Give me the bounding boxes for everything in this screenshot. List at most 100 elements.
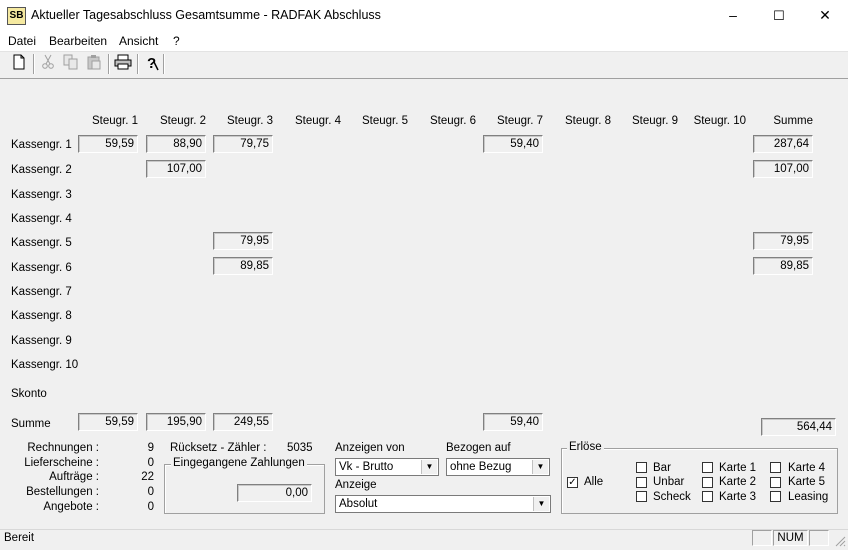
col-header-steugr-8: Steugr. 8	[564, 115, 611, 127]
auftraege-value: 22	[141, 471, 154, 483]
cell-total-c2: 195,90	[146, 413, 206, 431]
col-header-steugr-9: Steugr. 9	[631, 115, 678, 127]
row-label-kassengr-10: Kassengr. 10	[11, 359, 79, 371]
maximize-button[interactable]: ☐	[756, 0, 802, 31]
rechnungen-value: 9	[147, 442, 154, 454]
bar-checkbox[interactable]	[636, 462, 647, 473]
lieferscheine-label: Lieferscheine :	[24, 457, 99, 469]
chevron-down-icon[interactable]: ▼	[533, 497, 549, 511]
status-bar	[0, 529, 848, 549]
menu-bearbeiten[interactable]: Bearbeiten	[49, 34, 107, 48]
toolbar-separator	[163, 54, 165, 74]
cell-r2-sum: 107,00	[753, 160, 813, 178]
row-label-summe: Summe	[11, 418, 51, 430]
cell-total-c7: 59,40	[483, 413, 543, 431]
rechnungen-label: Rechnungen :	[27, 442, 99, 454]
alle-label: Alle	[584, 476, 604, 488]
alle-checkbox[interactable]: ✓	[567, 477, 578, 488]
toolbar-separator	[137, 54, 139, 74]
row-label-kassengr-2: Kassengr. 2	[11, 164, 72, 176]
toolbar-separator	[108, 54, 110, 74]
lieferscheine-value: 0	[147, 457, 154, 469]
angebote-label: Angebote :	[43, 501, 99, 513]
new-document-icon[interactable]	[10, 54, 28, 72]
col-header-steugr-7: Steugr. 7	[496, 115, 543, 127]
ruecksetz-label: Rücksetz - Zähler :	[170, 442, 267, 454]
anzeige-select[interactable]: Absolut ▼	[335, 495, 551, 513]
minimize-button[interactable]: –	[710, 0, 756, 31]
karte2-label: Karte 2	[719, 476, 757, 488]
window-title: Aktueller Tagesabschluss Gesamtsumme - R…	[31, 8, 381, 22]
col-header-steugr-6: Steugr. 6	[429, 115, 476, 127]
print-icon[interactable]	[114, 54, 132, 72]
row-label-kassengr-5: Kassengr. 5	[11, 237, 72, 249]
cell-r1-sum: 287,64	[753, 135, 813, 153]
grand-total: 564,44	[761, 418, 836, 436]
zahlungen-value: 0,00	[237, 484, 312, 502]
cell-total-c1: 59,59	[78, 413, 138, 431]
status-panel-scrl	[809, 530, 829, 546]
leasing-label: Leasing	[788, 491, 829, 503]
karte1-checkbox[interactable]	[702, 462, 713, 473]
karte3-checkbox[interactable]	[702, 491, 713, 502]
close-button[interactable]: ✕	[802, 0, 848, 31]
leasing-checkbox[interactable]	[770, 491, 781, 502]
cell-r1-c3: 79,75	[213, 135, 273, 153]
bestellungen-label: Bestellungen :	[26, 486, 99, 498]
row-label-kassengr-7: Kassengr. 7	[11, 286, 72, 298]
copy-icon[interactable]	[62, 54, 80, 72]
cell-r6-c3: 89,85	[213, 257, 273, 275]
bezogen-auf-select[interactable]: ohne Bezug ▼	[446, 458, 550, 476]
col-header-steugr-5: Steugr. 5	[361, 115, 408, 127]
zahlungen-title: Eingegangene Zahlungen	[171, 457, 307, 469]
cell-r1-c2: 88,90	[146, 135, 206, 153]
cell-r5-sum: 79,95	[753, 232, 813, 250]
chevron-down-icon[interactable]: ▼	[421, 460, 437, 474]
anzeigen-von-value: Vk - Brutto	[339, 461, 394, 473]
karte2-checkbox[interactable]	[702, 477, 713, 488]
col-header-steugr-10: Steugr. 10	[693, 115, 746, 127]
status-text: Bereit	[4, 532, 35, 544]
col-header-steugr-2: Steugr. 2	[159, 115, 206, 127]
app-icon: SB	[7, 7, 26, 25]
cell-r5-c3: 79,95	[213, 232, 273, 250]
ruecksetz-value: 5035	[287, 442, 313, 454]
bezogen-auf-label: Bezogen auf	[446, 442, 511, 454]
bestellungen-value: 0	[147, 486, 154, 498]
anzeigen-von-select[interactable]: Vk - Brutto ▼	[335, 458, 439, 476]
anzeigen-von-label: Anzeigen von	[335, 442, 405, 454]
menu-help[interactable]: ?	[173, 34, 180, 48]
col-header-steugr-1: Steugr. 1	[91, 115, 138, 127]
col-header-steugr-4: Steugr. 4	[294, 115, 341, 127]
row-label-kassengr-9: Kassengr. 9	[11, 335, 72, 347]
bezogen-auf-value: ohne Bezug	[450, 461, 512, 473]
karte4-checkbox[interactable]	[770, 462, 781, 473]
col-header-summe: Summe	[773, 115, 813, 127]
help-icon[interactable]: ?	[143, 54, 161, 72]
auftraege-label: Aufträge :	[49, 471, 99, 483]
paste-icon[interactable]	[85, 54, 103, 72]
cut-icon[interactable]	[39, 54, 57, 72]
unbar-checkbox[interactable]	[636, 477, 647, 488]
status-panel-num: NUM	[773, 530, 808, 546]
scheck-checkbox[interactable]	[636, 491, 647, 502]
cell-r1-c7: 59,40	[483, 135, 543, 153]
angebote-value: 0	[147, 501, 154, 513]
row-label-kassengr-6: Kassengr. 6	[11, 262, 72, 274]
karte4-label: Karte 4	[788, 462, 826, 474]
menu-datei[interactable]: Datei	[8, 34, 36, 48]
chevron-down-icon[interactable]: ▼	[532, 460, 548, 474]
menu-ansicht[interactable]: Ansicht	[119, 34, 158, 48]
karte5-checkbox[interactable]	[770, 477, 781, 488]
row-label-kassengr-1: Kassengr. 1	[11, 139, 72, 151]
unbar-label: Unbar	[653, 476, 685, 488]
erloese-title: Erlöse	[567, 441, 604, 453]
cell-r2-c2: 107,00	[146, 160, 206, 178]
row-label-kassengr-8: Kassengr. 8	[11, 310, 72, 322]
scheck-label: Scheck	[653, 491, 691, 503]
row-label-kassengr-4: Kassengr. 4	[11, 213, 72, 225]
karte1-label: Karte 1	[719, 462, 757, 474]
resize-grip-icon[interactable]	[832, 533, 846, 547]
karte3-label: Karte 3	[719, 491, 757, 503]
karte5-label: Karte 5	[788, 476, 826, 488]
